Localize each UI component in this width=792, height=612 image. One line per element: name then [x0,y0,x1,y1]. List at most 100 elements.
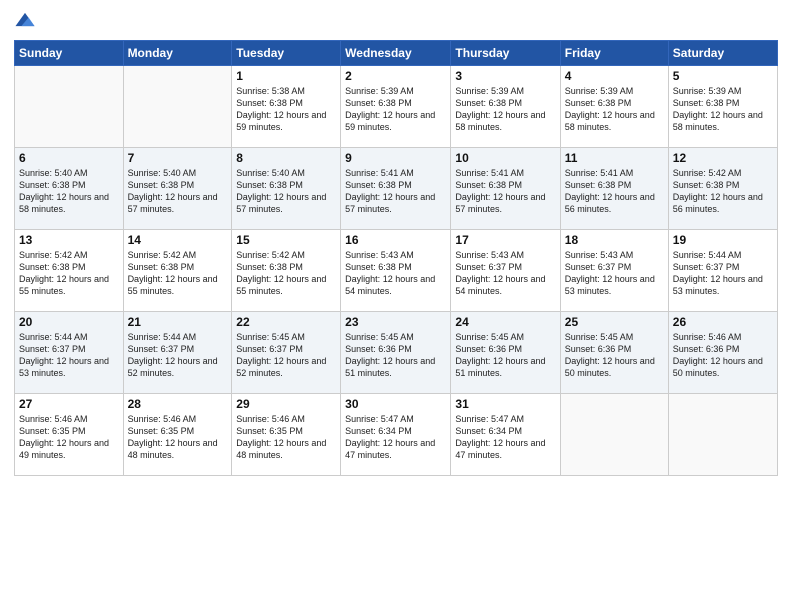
calendar-cell [668,394,777,476]
calendar-cell: 17 Sunrise: 5:43 AMSunset: 6:37 PMDayligh… [451,230,560,312]
col-header-sunday: Sunday [15,41,124,66]
calendar-cell: 22 Sunrise: 5:45 AMSunset: 6:37 PMDayligh… [232,312,341,394]
calendar-cell: 20Sunrise: 5:44 AMSunset: 6:37 PMDayligh… [15,312,124,394]
day-detail: Sunrise: 5:46 AMSunset: 6:36 PMDaylight:… [673,331,773,380]
calendar-table: SundayMondayTuesdayWednesdayThursdayFrid… [14,40,778,476]
day-number: 29 [236,397,336,411]
day-number: 14 [128,233,228,247]
day-number: 22 [236,315,336,329]
calendar-week-5: 27Sunrise: 5:46 AMSunset: 6:35 PMDayligh… [15,394,778,476]
calendar-cell: 8 Sunrise: 5:40 AMSunset: 6:38 PMDaylight… [232,148,341,230]
day-number: 19 [673,233,773,247]
calendar-cell: 19 Sunrise: 5:44 AMSunset: 6:37 PMDayligh… [668,230,777,312]
calendar-cell: 30 Sunrise: 5:47 AMSunset: 6:34 PMDayligh… [341,394,451,476]
day-detail: Sunrise: 5:41 AMSunset: 6:38 PMDaylight:… [565,167,664,216]
day-number: 20 [19,315,119,329]
day-detail: Sunrise: 5:39 AMSunset: 6:38 PMDaylight:… [455,85,555,134]
day-detail: Sunrise: 5:46 AMSunset: 6:35 PMDaylight:… [128,413,228,462]
calendar-cell: 12Sunrise: 5:42 AMSunset: 6:38 PMDayligh… [668,148,777,230]
calendar-week-1: 1 Sunrise: 5:38 AMSunset: 6:38 PMDaylight… [15,66,778,148]
calendar-cell: 6 Sunrise: 5:40 AMSunset: 6:38 PMDaylight… [15,148,124,230]
calendar-cell: 28 Sunrise: 5:46 AMSunset: 6:35 PMDayligh… [123,394,232,476]
day-number: 21 [128,315,228,329]
day-number: 4 [565,69,664,83]
day-detail: Sunrise: 5:45 AMSunset: 6:36 PMDaylight:… [565,331,664,380]
day-number: 25 [565,315,664,329]
calendar-cell: 5Sunrise: 5:39 AMSunset: 6:38 PMDaylight… [668,66,777,148]
day-number: 28 [128,397,228,411]
day-number: 26 [673,315,773,329]
day-detail: Sunrise: 5:43 AMSunset: 6:38 PMDaylight:… [345,249,446,298]
col-header-tuesday: Tuesday [232,41,341,66]
day-number: 2 [345,69,446,83]
day-detail: Sunrise: 5:45 AMSunset: 6:36 PMDaylight:… [455,331,555,380]
calendar-cell: 13 Sunrise: 5:42 AMSunset: 6:38 PMDayligh… [15,230,124,312]
day-detail: Sunrise: 5:44 AMSunset: 6:37 PMDaylight:… [673,249,773,298]
day-detail: Sunrise: 5:47 AMSunset: 6:34 PMDaylight:… [455,413,555,462]
day-detail: Sunrise: 5:40 AMSunset: 6:38 PMDaylight:… [19,167,119,216]
calendar-cell: 9 Sunrise: 5:41 AMSunset: 6:38 PMDaylight… [341,148,451,230]
calendar-cell: 4Sunrise: 5:39 AMSunset: 6:38 PMDaylight… [560,66,668,148]
col-header-wednesday: Wednesday [341,41,451,66]
day-number: 17 [455,233,555,247]
calendar-cell: 29 Sunrise: 5:46 AMSunset: 6:35 PMDayligh… [232,394,341,476]
calendar-cell: 25 Sunrise: 5:45 AMSunset: 6:36 PMDayligh… [560,312,668,394]
calendar-cell [123,66,232,148]
calendar-cell: 21 Sunrise: 5:44 AMSunset: 6:37 PMDayligh… [123,312,232,394]
day-number: 16 [345,233,446,247]
day-detail: Sunrise: 5:41 AMSunset: 6:38 PMDaylight:… [345,167,446,216]
calendar-cell: 15Sunrise: 5:42 AMSunset: 6:38 PMDayligh… [232,230,341,312]
calendar-cell [560,394,668,476]
calendar-cell: 1 Sunrise: 5:38 AMSunset: 6:38 PMDaylight… [232,66,341,148]
day-number: 1 [236,69,336,83]
day-detail: Sunrise: 5:43 AMSunset: 6:37 PMDaylight:… [455,249,555,298]
day-number: 7 [128,151,228,165]
day-number: 9 [345,151,446,165]
calendar-week-4: 20 Sunrise: 5:44 AMSunset: 6:37 PMDayligh… [15,312,778,394]
day-number: 31 [455,397,555,411]
calendar-header-row: SundayMondayTuesdayWednesdayThursdayFrid… [15,41,778,66]
logo [14,10,40,32]
calendar-cell: 18 Sunrise: 5:43 AMSunset: 6:37 PMDayligh… [560,230,668,312]
day-detail: Sunrise: 5:46 AMSunset: 6:35 PMDaylight:… [236,413,336,462]
day-detail: Sunrise: 5:45 AMSunset: 6:37 PMDaylight:… [236,331,336,380]
calendar-cell: 10Sunrise: 5:41 AMSunset: 6:38 PMDayligh… [451,148,560,230]
day-number: 6 [19,151,119,165]
col-header-friday: Friday [560,41,668,66]
day-detail: Sunrise: 5:43 AMSunset: 6:37 PMDaylight:… [565,249,664,298]
day-number: 11 [565,151,664,165]
calendar-week-3: 13 Sunrise: 5:42 AMSunset: 6:38 PMDayligh… [15,230,778,312]
day-detail: Sunrise: 5:41 AMSunset: 6:38 PMDaylight:… [455,167,555,216]
calendar-cell: 27Sunrise: 5:46 AMSunset: 6:35 PMDayligh… [15,394,124,476]
calendar-week-2: 6 Sunrise: 5:40 AMSunset: 6:38 PMDaylight… [15,148,778,230]
calendar-cell: 16 Sunrise: 5:43 AMSunset: 6:38 PMDayligh… [341,230,451,312]
logo-icon [14,10,36,32]
calendar-cell: 23Sunrise: 5:45 AMSunset: 6:36 PMDayligh… [341,312,451,394]
header [14,10,778,32]
day-number: 24 [455,315,555,329]
day-detail: Sunrise: 5:39 AMSunset: 6:38 PMDaylight:… [345,85,446,134]
day-detail: Sunrise: 5:42 AMSunset: 6:38 PMDaylight:… [19,249,119,298]
calendar-cell: 11 Sunrise: 5:41 AMSunset: 6:38 PMDayligh… [560,148,668,230]
col-header-saturday: Saturday [668,41,777,66]
day-number: 30 [345,397,446,411]
day-number: 18 [565,233,664,247]
col-header-thursday: Thursday [451,41,560,66]
day-detail: Sunrise: 5:40 AMSunset: 6:38 PMDaylight:… [236,167,336,216]
day-detail: Sunrise: 5:47 AMSunset: 6:34 PMDaylight:… [345,413,446,462]
calendar-cell: 7Sunrise: 5:40 AMSunset: 6:38 PMDaylight… [123,148,232,230]
calendar-cell: 2 Sunrise: 5:39 AMSunset: 6:38 PMDaylight… [341,66,451,148]
day-number: 13 [19,233,119,247]
day-detail: Sunrise: 5:38 AMSunset: 6:38 PMDaylight:… [236,85,336,134]
day-detail: Sunrise: 5:46 AMSunset: 6:35 PMDaylight:… [19,413,119,462]
day-detail: Sunrise: 5:42 AMSunset: 6:38 PMDaylight:… [236,249,336,298]
day-detail: Sunrise: 5:39 AMSunset: 6:38 PMDaylight:… [673,85,773,134]
calendar-cell [15,66,124,148]
day-number: 12 [673,151,773,165]
calendar-cell: 24 Sunrise: 5:45 AMSunset: 6:36 PMDayligh… [451,312,560,394]
day-number: 3 [455,69,555,83]
calendar-cell: 14Sunrise: 5:42 AMSunset: 6:38 PMDayligh… [123,230,232,312]
day-number: 23 [345,315,446,329]
day-detail: Sunrise: 5:44 AMSunset: 6:37 PMDaylight:… [128,331,228,380]
day-number: 8 [236,151,336,165]
